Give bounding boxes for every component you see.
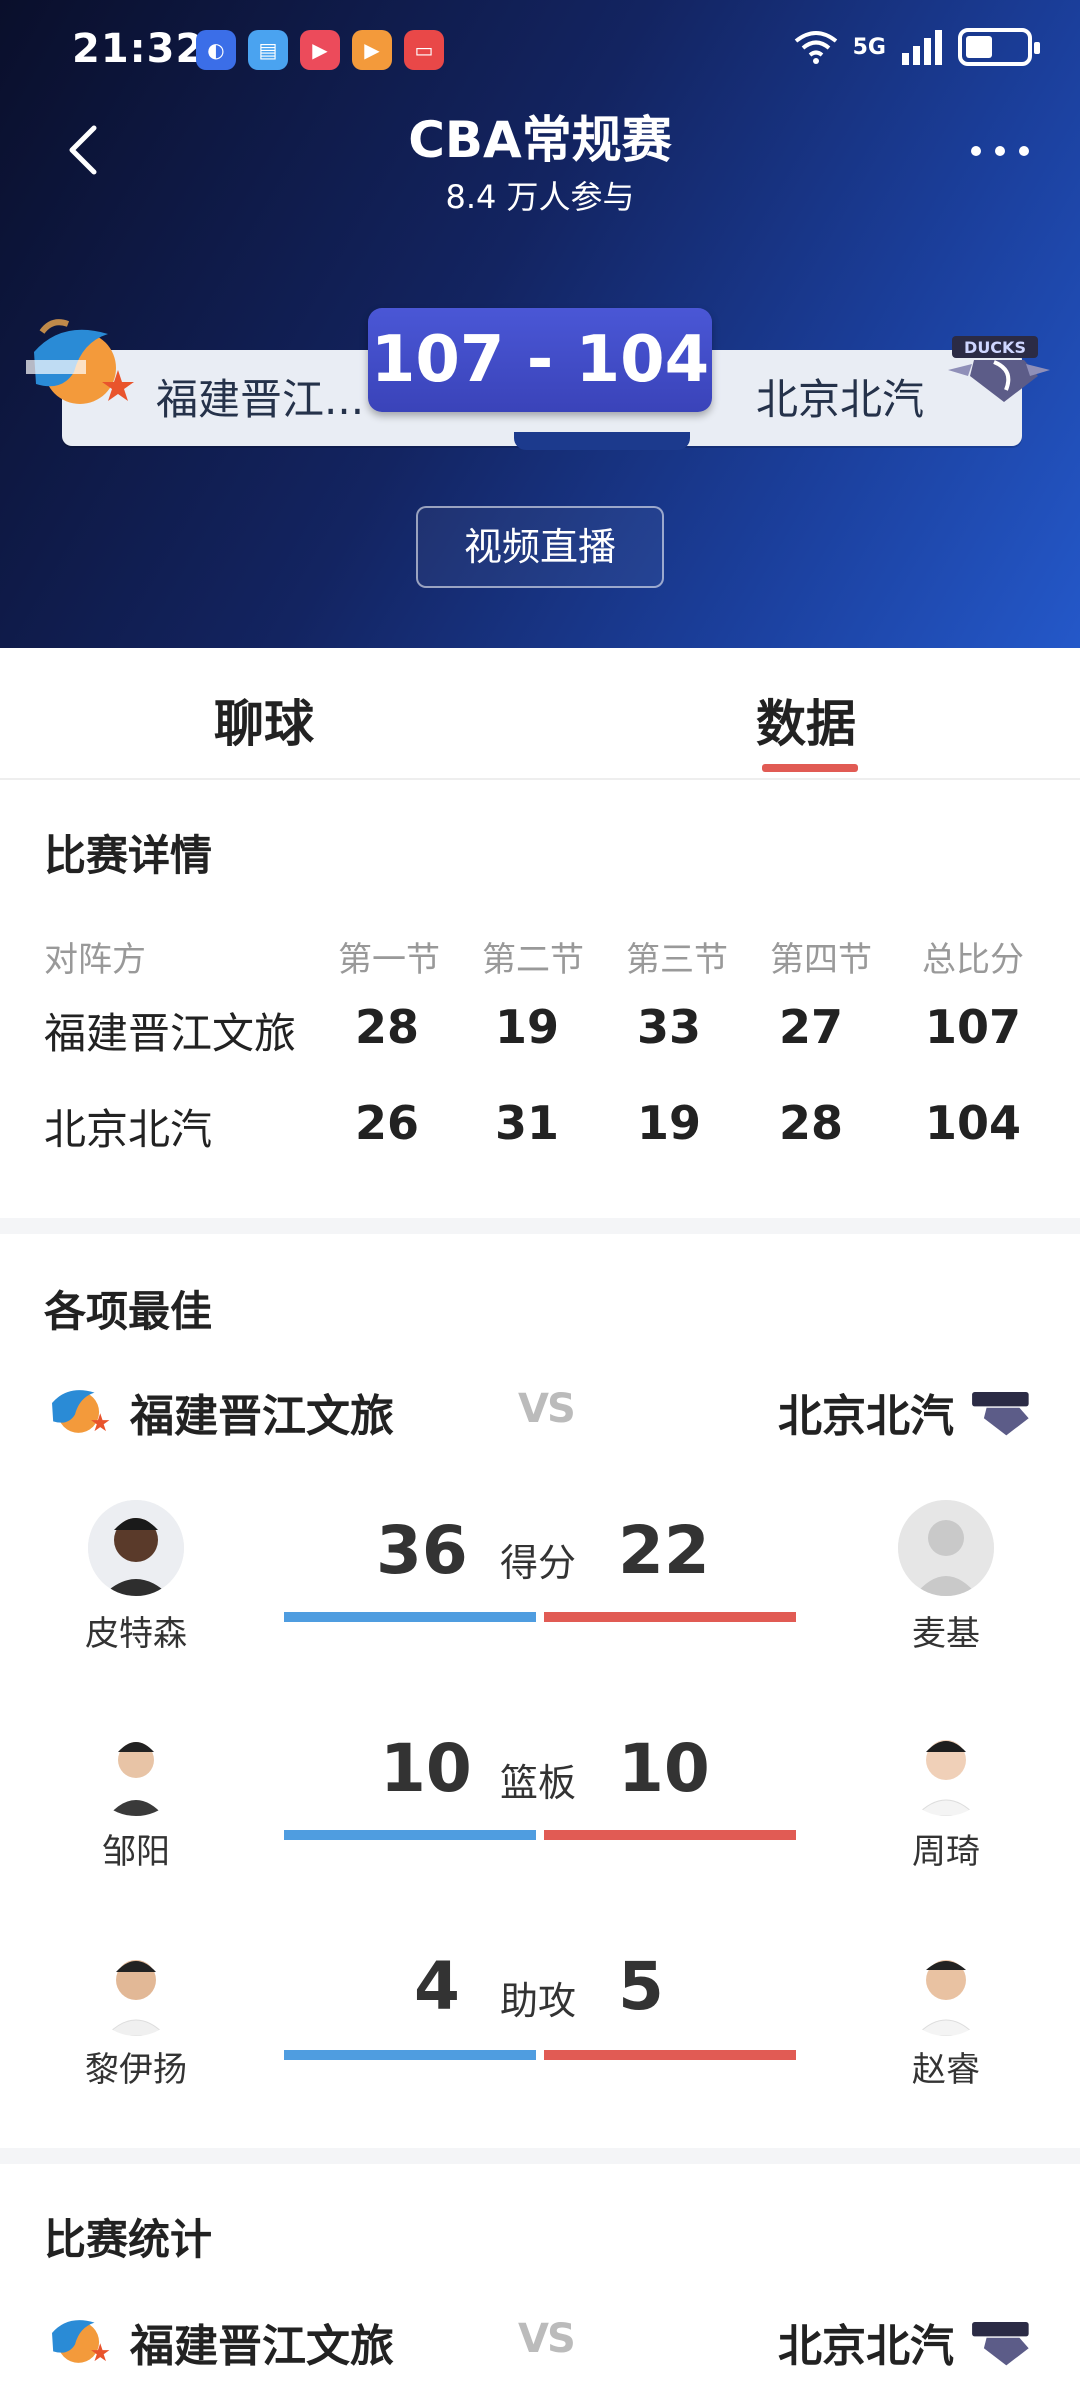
reader-app-icon: ▤	[248, 30, 288, 70]
stat-label-points: 得分	[499, 1541, 576, 1585]
status-time: 21:32	[72, 26, 205, 72]
score-cell: 19	[636, 1096, 701, 1150]
player-avatar-zhouqi[interactable]	[898, 1720, 994, 1816]
stat-value-left: 36	[376, 1512, 468, 1589]
stat-value-left: 4	[414, 1948, 460, 2025]
wifi-icon	[794, 31, 837, 64]
stat-bar-left	[284, 1612, 536, 1622]
row-team-fujian: 福建晋江文旅	[44, 1009, 297, 1058]
stat-bar-left	[284, 2050, 536, 2060]
player-name-right[interactable]: 赵睿	[856, 2042, 1036, 2091]
browser-app-icon: ◐	[196, 30, 236, 70]
stat-label-assists: 助攻	[499, 1979, 576, 2023]
tab-chat[interactable]: 聊球	[214, 684, 314, 756]
score-cell: 28	[778, 1096, 843, 1150]
column-header-q1: 第一节	[338, 940, 440, 980]
signal-icon	[902, 30, 942, 65]
best-team-left-name: 福建晋江文旅	[130, 1391, 394, 1442]
stat-value-right: 22	[618, 1512, 710, 1589]
stat-value-right: 5	[618, 1948, 664, 2025]
stat-value-left: 10	[380, 1730, 472, 1807]
score-cell: 19	[494, 1000, 559, 1054]
team-left-name[interactable]: 福建晋江...	[156, 366, 364, 427]
tab-bar: 聊球 数据	[0, 648, 1080, 780]
stats-team-right-name: 北京北汽	[778, 2321, 954, 2372]
more-options-icon[interactable]	[968, 136, 1032, 166]
best-team-right-name: 北京北汽	[778, 1391, 954, 1442]
match-stats-title: 比赛统计	[44, 2215, 213, 2264]
stat-bar-left	[284, 1830, 536, 1840]
row-team-beijing: 北京北汽	[44, 1105, 213, 1154]
video-app-icon: ▶	[300, 30, 340, 70]
column-header-team: 对阵方	[44, 940, 146, 980]
player-name-left[interactable]: 邹阳	[46, 1824, 226, 1873]
battery-icon	[958, 28, 1040, 66]
stat-bar-right	[544, 2050, 796, 2060]
stat-label-rebounds: 篮板	[499, 1761, 576, 1805]
column-header-q2: 第二节	[482, 940, 584, 980]
score-cell: 31	[494, 1096, 559, 1150]
status-app-icons: ◐ ▤ ▶ ▶ ▭	[196, 30, 444, 70]
player-name-left[interactable]: 皮特森	[46, 1606, 226, 1655]
player-avatar-pitersen[interactable]	[88, 1500, 184, 1596]
beijing-team-logo	[972, 1391, 1029, 1436]
player-name-right[interactable]: 周琦	[856, 1824, 1036, 1873]
tab-data[interactable]: 数据	[756, 684, 856, 756]
live-video-button[interactable]: 视频直播	[416, 506, 664, 588]
column-header-q4: 第四节	[770, 940, 872, 980]
fujian-team-logo[interactable]	[22, 312, 140, 420]
match-details-title: 比赛详情	[44, 831, 213, 880]
vs-label: VS	[518, 2316, 576, 2362]
section-divider	[0, 1218, 1080, 1234]
player-avatar-maiji[interactable]	[898, 1500, 994, 1596]
stats-team-left-name: 福建晋江文旅	[130, 2321, 394, 2372]
svg-text:DUCKS: DUCKS	[964, 338, 1026, 357]
player-avatar-zouyang[interactable]	[88, 1720, 184, 1816]
section-divider	[0, 2148, 1080, 2164]
status-right-icons: 5G	[793, 28, 1040, 66]
fujian-team-logo	[52, 2320, 110, 2363]
active-tab-indicator	[762, 764, 858, 772]
best-performers-title: 各项最佳	[44, 1287, 213, 1336]
player-name-right[interactable]: 麦基	[856, 1606, 1036, 1655]
participants-count: 8.4 万人参与	[445, 178, 635, 216]
page-title: CBA常规赛	[408, 111, 672, 169]
vs-label: VS	[518, 1386, 576, 1432]
column-header-q3: 第三节	[626, 940, 728, 980]
score-cell: 28	[354, 1000, 419, 1054]
score-cell: 27	[778, 1000, 843, 1054]
score-display: 107 - 104	[368, 308, 712, 412]
beijing-team-logo[interactable]: DUCKS	[944, 330, 1054, 406]
stat-bar-right	[544, 1830, 796, 1840]
column-header-total: 总比分	[922, 940, 1024, 980]
beijing-team-logo	[972, 2321, 1029, 2366]
media-app-icon: ▶	[352, 30, 392, 70]
team-right-name[interactable]: 北京北汽	[756, 366, 924, 427]
score-cell: 33	[636, 1000, 701, 1054]
stat-value-right: 10	[618, 1730, 710, 1807]
score-cell: 26	[354, 1096, 419, 1150]
status-bar: 21:32 ◐ ▤ ▶ ▶ ▭ 5G	[0, 0, 1080, 100]
stat-bar-right	[544, 1612, 796, 1622]
player-avatar-liyiyang[interactable]	[88, 1940, 184, 2036]
player-name-left[interactable]: 黎伊扬	[46, 2042, 226, 2091]
match-header: 21:32 ◐ ▤ ▶ ▶ ▭ 5G CBA常规赛 8.4 万人参与 福建晋江.…	[0, 0, 1080, 648]
score-cell-total: 104	[924, 1096, 1022, 1150]
message-app-icon: ▭	[404, 30, 444, 70]
fujian-team-logo	[52, 1390, 110, 1433]
player-avatar-zhaorui[interactable]	[898, 1940, 994, 2036]
network-type-label: 5G	[852, 34, 886, 60]
score-cell-total: 107	[924, 1000, 1022, 1054]
